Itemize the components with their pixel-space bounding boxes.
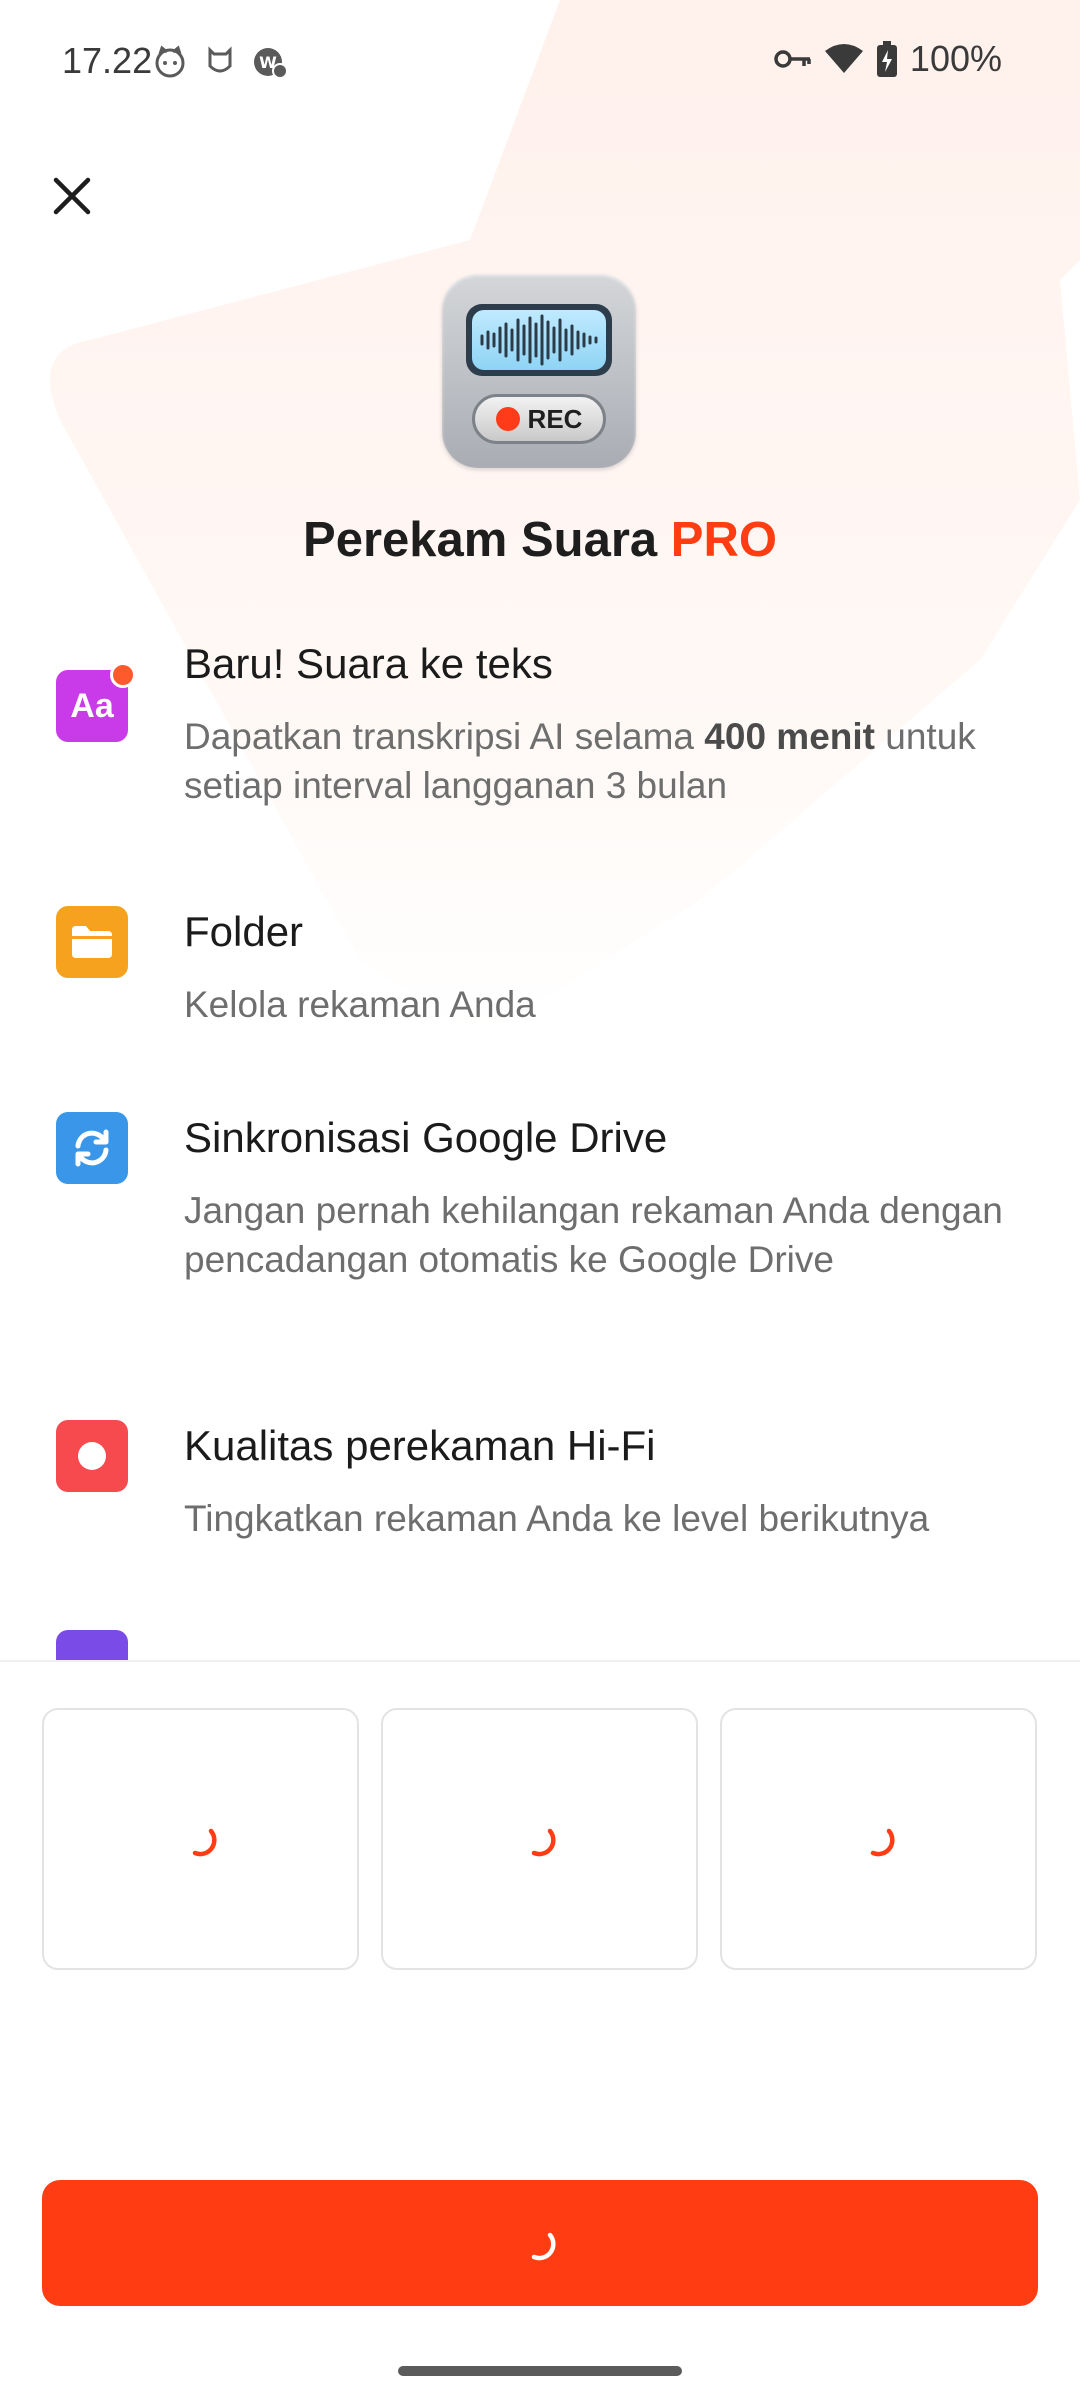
subscribe-button[interactable]: [42, 2180, 1038, 2306]
text-aa-icon: Aa: [56, 662, 136, 742]
loading-spinner-icon: [192, 1828, 217, 1857]
loading-spinner-icon: [531, 1828, 556, 1857]
folder-icon: [56, 906, 128, 978]
loading-spinner-icon: [870, 1828, 895, 1857]
shield-cat-icon: [202, 44, 238, 80]
feature-partial-icon: [56, 1630, 128, 1660]
pro-badge: PRO: [670, 513, 777, 567]
status-time: 17.22: [62, 40, 153, 81]
app-name: Perekam Suara: [303, 513, 658, 567]
home-indicator[interactable]: [398, 2366, 682, 2376]
close-button[interactable]: [44, 168, 100, 224]
sync-icon: [56, 1112, 128, 1184]
cat-face-icon: [152, 44, 188, 80]
app-badge-icon: W: [252, 44, 288, 80]
feature-description: Dapatkan transkripsi AI selama 400 menit…: [184, 716, 976, 806]
rec-dot-icon: [495, 407, 520, 431]
app-logo: REC: [442, 274, 636, 468]
page-title: Perekam Suara PRO: [0, 512, 1080, 568]
feature-description: Jangan pernah kehilangan rekaman Anda de…: [184, 1190, 1003, 1280]
notification-icons: W: [152, 44, 288, 80]
record-icon: [56, 1420, 128, 1492]
new-dot-icon: [110, 662, 136, 688]
battery-charging-icon: [876, 41, 897, 77]
wifi-icon: [824, 44, 863, 73]
plan-options: [42, 1708, 1038, 1970]
feature-title: Folder: [184, 908, 304, 955]
waveform-icon: [480, 314, 598, 366]
status-bar: 17.22 W 100%: [0, 0, 1080, 128]
feature-list: Aa Baru! Suara ke teks Dapatkan transkri…: [0, 640, 1080, 1660]
plan-card[interactable]: [42, 1708, 359, 1970]
feature-description: Kelola rekaman Anda: [184, 984, 536, 1025]
feature-title: Baru! Suara ke teks: [184, 640, 553, 687]
feature-title: Kualitas perekaman Hi-Fi: [184, 1422, 656, 1469]
rec-text: REC: [527, 403, 583, 434]
waveform-screen: [466, 304, 612, 376]
vpn-key-icon: [774, 50, 811, 68]
rec-label: REC: [472, 394, 606, 444]
divider: [0, 1660, 1080, 1662]
battery-percentage: 100%: [909, 38, 1002, 79]
feature-description: Tingkatkan rekaman Anda ke level berikut…: [184, 1498, 930, 1539]
plan-card[interactable]: [720, 1708, 1037, 1970]
system-icons: 100%: [774, 38, 1002, 80]
plan-card[interactable]: [381, 1708, 698, 1970]
feature-title: Sinkronisasi Google Drive: [184, 1114, 668, 1161]
loading-spinner-icon: [531, 2232, 556, 2261]
close-icon: [53, 177, 91, 215]
